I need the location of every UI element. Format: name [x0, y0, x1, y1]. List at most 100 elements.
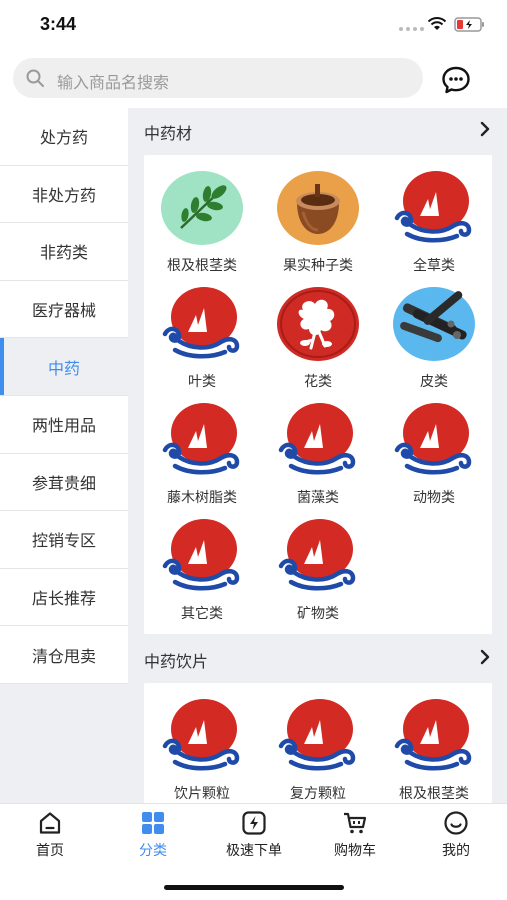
- sidebar-item-label: 处方药: [39, 130, 88, 148]
- grid-icon: [140, 810, 166, 836]
- brand-logo-icon: [391, 400, 477, 480]
- battery-icon: [454, 17, 484, 32]
- search-placeholder: 输入商品名搜索: [57, 75, 170, 92]
- category-tile[interactable]: 饮片颗粒: [144, 685, 260, 801]
- tab-lightning[interactable]: 极速下单: [204, 810, 304, 860]
- category-tile[interactable]: 根及根茎类: [376, 685, 492, 801]
- category-tile-label: 菌藻类: [297, 489, 339, 505]
- lightning-icon: [241, 810, 267, 836]
- search-input[interactable]: 输入商品名搜索: [13, 58, 423, 98]
- profile-icon: [443, 810, 469, 836]
- brand-logo-icon: [275, 696, 361, 776]
- tab-profile[interactable]: 我的: [406, 810, 506, 860]
- category-tile-label: 其它类: [181, 605, 223, 621]
- tab-grid[interactable]: 分类: [103, 810, 203, 860]
- acorn-icon: [275, 168, 361, 248]
- sidebar-item-label: 清仓甩卖: [31, 648, 96, 666]
- tab-label: 购物车: [334, 842, 376, 858]
- sidebar-item-label: 非处方药: [31, 187, 96, 205]
- sidebar-item[interactable]: 参茸贵细: [0, 453, 128, 512]
- sidebar-item[interactable]: 清仓甩卖: [0, 626, 128, 684]
- sidebar-item[interactable]: 两性用品: [0, 395, 128, 454]
- home-icon: [37, 810, 63, 836]
- cart-icon: [342, 810, 368, 836]
- chevron-right-icon[interactable]: [478, 118, 492, 140]
- category-tile-label: 果实种子类: [283, 257, 353, 273]
- category-content: 中药材根及根茎类 果实种子类 全草类叶类 花类 皮类藤木树脂类 菌藻类 动物类其它类 矿物类中…: [128, 108, 507, 803]
- category-tile-label: 根及根茎类: [399, 785, 469, 801]
- search-row: 输入商品名搜索: [0, 50, 507, 108]
- category-tile[interactable]: 菌藻类: [260, 389, 376, 505]
- brand-logo-icon: [159, 696, 245, 776]
- category-tile-label: 动物类: [413, 489, 455, 505]
- message-icon[interactable]: [440, 64, 472, 96]
- tab-home[interactable]: 首页: [0, 810, 100, 860]
- tab-cart[interactable]: 购物车: [305, 810, 405, 860]
- category-tile[interactable]: 藤木树脂类: [144, 389, 260, 505]
- category-tile-label: 藤木树脂类: [167, 489, 237, 505]
- sidebar-item[interactable]: 中药: [0, 338, 128, 396]
- tab-label: 极速下单: [226, 842, 282, 858]
- sidebar-item[interactable]: 非药类: [0, 223, 128, 281]
- section-title: 中药饮片: [144, 654, 209, 671]
- tab-label: 我的: [442, 842, 470, 858]
- section-title: 中药材: [144, 126, 193, 143]
- chevron-right-icon[interactable]: [478, 646, 492, 668]
- cotton-flower-icon: [275, 284, 361, 364]
- category-tile[interactable]: 复方颗粒: [260, 685, 376, 801]
- sidebar-item-label: 中药: [47, 360, 80, 378]
- category-tile[interactable]: 全草类: [376, 157, 492, 273]
- sidebar-item[interactable]: 处方药: [0, 108, 128, 166]
- brand-logo-icon: [275, 400, 361, 480]
- category-tile-label: 全草类: [413, 257, 455, 273]
- category-tile-label: 复方颗粒: [290, 785, 346, 801]
- sidebar-item-label: 店长推荐: [31, 591, 96, 609]
- tab-label: 分类: [139, 842, 167, 858]
- sidebar-item-label: 医疗器械: [31, 303, 96, 321]
- sidebar-item-label: 参茸贵细: [31, 475, 96, 493]
- category-tile[interactable]: 动物类: [376, 389, 492, 505]
- category-tile-label: 皮类: [420, 373, 448, 389]
- category-tile[interactable]: 其它类: [144, 505, 260, 621]
- search-icon: [26, 69, 44, 87]
- category-grid: 根及根茎类 果实种子类 全草类叶类 花类 皮类藤木树脂类 菌藻类 动物类其它类 矿物类: [144, 155, 492, 634]
- sidebar-item[interactable]: 医疗器械: [0, 280, 128, 339]
- category-tile-label: 叶类: [188, 373, 216, 389]
- category-tile-label: 花类: [304, 373, 332, 389]
- sidebar-item[interactable]: 控销专区: [0, 511, 128, 569]
- category-tile-label: 饮片颗粒: [174, 785, 230, 801]
- brand-logo-icon: [159, 400, 245, 480]
- status-time: 3:44: [40, 14, 77, 34]
- category-tile[interactable]: 叶类: [144, 273, 260, 389]
- category-sidebar: 处方药非处方药非药类医疗器械中药两性用品参茸贵细控销专区店长推荐清仓甩卖: [0, 108, 128, 803]
- sidebar-item[interactable]: 店长推荐: [0, 568, 128, 627]
- category-tile[interactable]: 花类: [260, 273, 376, 389]
- status-bar: 3:44: [0, 0, 507, 50]
- category-tile[interactable]: 皮类: [376, 273, 492, 389]
- wifi-icon: [427, 17, 447, 30]
- category-tile[interactable]: 果实种子类: [260, 157, 376, 273]
- sidebar-item-label: 控销专区: [31, 533, 96, 551]
- leaf-icon: [159, 168, 245, 248]
- brand-logo-icon: [159, 516, 245, 596]
- brand-logo-icon: [275, 516, 361, 596]
- sidebar-item-label: 非药类: [39, 245, 88, 263]
- signal-icon: [399, 27, 424, 31]
- category-tile-label: 根及根茎类: [167, 257, 237, 273]
- sidebar-item-label: 两性用品: [31, 418, 96, 436]
- bark-icon: [391, 284, 477, 364]
- bottom-tab-bar: 首页 分类 极速下单 购物车 我的: [0, 803, 507, 863]
- category-tile-label: 矿物类: [297, 605, 339, 621]
- brand-logo-icon: [159, 284, 245, 364]
- home-indicator-area: [0, 863, 507, 900]
- category-grid: 饮片颗粒 复方颗粒 根及根茎类: [144, 683, 492, 803]
- category-tile[interactable]: 根及根茎类: [144, 157, 260, 273]
- brand-logo-icon: [391, 168, 477, 248]
- tab-label: 首页: [36, 842, 64, 858]
- section-header[interactable]: 中药饮片: [144, 644, 492, 674]
- category-tile[interactable]: 矿物类: [260, 505, 376, 621]
- section-header[interactable]: 中药材: [144, 116, 492, 146]
- brand-logo-icon: [391, 696, 477, 776]
- home-indicator: [164, 885, 344, 890]
- sidebar-item[interactable]: 非处方药: [0, 165, 128, 224]
